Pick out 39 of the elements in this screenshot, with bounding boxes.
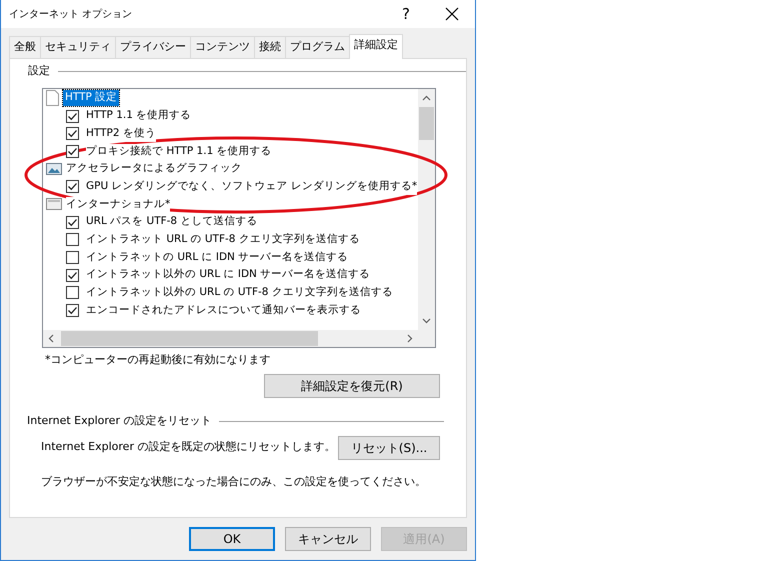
- group-label: 設定: [28, 63, 50, 79]
- scroll-left-icon[interactable]: [48, 334, 54, 342]
- close-icon[interactable]: [445, 7, 459, 21]
- restore-button[interactable]: 詳細設定を復元(R): [264, 374, 440, 398]
- checkbox[interactable]: [66, 251, 79, 264]
- scroll-thumb[interactable]: [419, 106, 434, 140]
- tab[interactable]: 詳細設定: [349, 34, 403, 59]
- scroll-down-icon[interactable]: [422, 318, 431, 324]
- checkbox[interactable]: [66, 268, 79, 282]
- group-label: Internet Explorer の設定をリセット: [27, 413, 212, 429]
- window-icon: [46, 197, 62, 212]
- checkbox[interactable]: [66, 216, 79, 229]
- dialog-button[interactable]: OK: [189, 527, 275, 551]
- warning-text: ブラウザーが不安定な状態になった場合にのみ、この設定を使ってください。: [41, 474, 427, 490]
- reset-description: Internet Explorer の設定を既定の状態にリセットします。: [41, 439, 336, 456]
- checkbox-label: GPU レンダリングでなく、ソフトウェア レンダリングを使用する*: [86, 178, 418, 195]
- vertical-scrollbar[interactable]: [418, 88, 435, 330]
- checkbox-label: HTTP2 を使う: [86, 126, 156, 142]
- window-title: インターネット オプション: [9, 8, 134, 22]
- category-label[interactable]: インターナショナル*: [66, 196, 170, 212]
- checkbox[interactable]: [66, 180, 79, 194]
- horizontal-scrollbar[interactable]: [43, 330, 418, 346]
- checkbox[interactable]: [66, 233, 79, 246]
- category-label[interactable]: HTTP 設定: [63, 90, 120, 106]
- scroll-thumb[interactable]: [61, 330, 318, 346]
- page-icon: [46, 90, 59, 106]
- footnote: *コンピューターの再起動後に有効になります: [45, 352, 272, 368]
- checkbox[interactable]: [66, 286, 79, 300]
- checkbox[interactable]: [66, 304, 79, 318]
- checkbox[interactable]: [66, 110, 79, 123]
- dialog-button[interactable]: キャンセル: [285, 527, 371, 551]
- help-button[interactable]: ?: [383, 2, 429, 26]
- image-icon: [46, 162, 62, 176]
- reset-button[interactable]: リセット(S)...: [338, 436, 440, 460]
- tab[interactable]: 全般: [9, 36, 41, 58]
- checkbox[interactable]: [66, 127, 79, 140]
- scroll-up-icon[interactable]: [422, 94, 431, 100]
- scroll-right-icon[interactable]: [407, 334, 413, 342]
- checkbox[interactable]: [66, 144, 79, 158]
